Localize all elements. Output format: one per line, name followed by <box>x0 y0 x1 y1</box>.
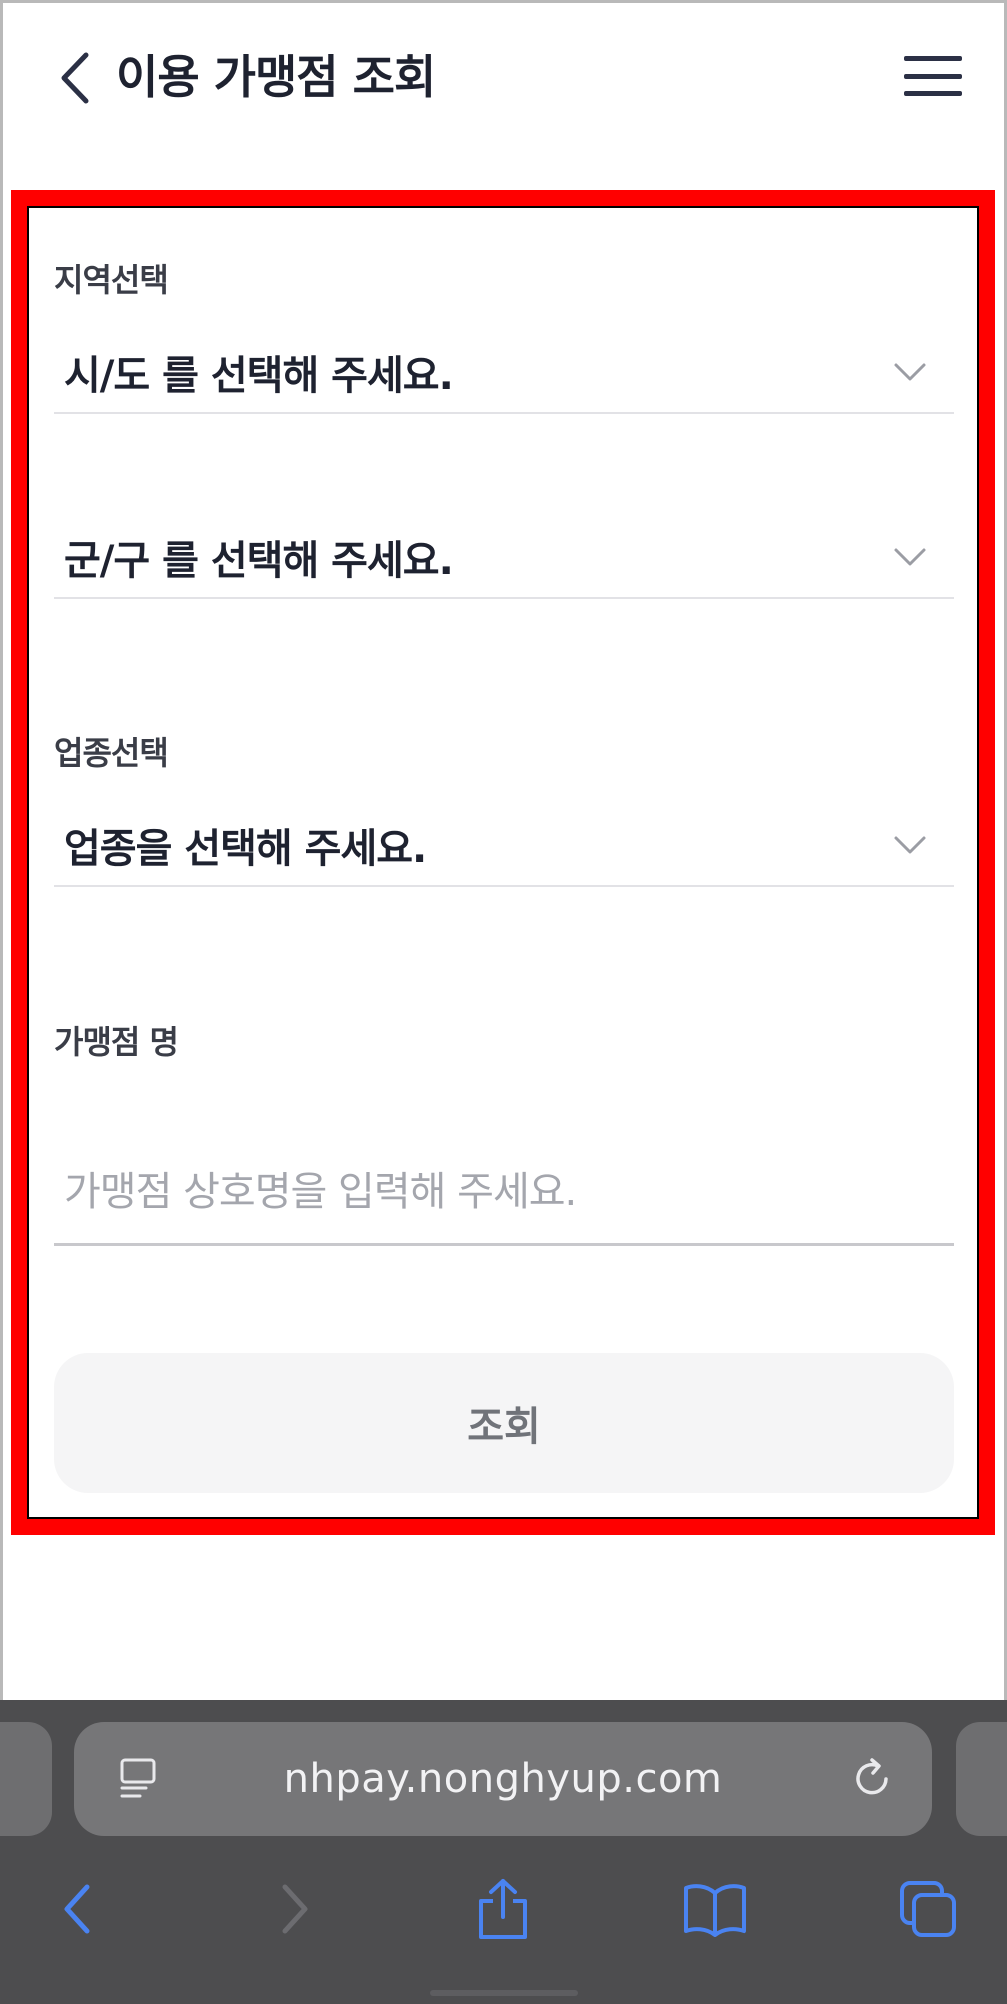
chevron-down-icon <box>890 825 930 865</box>
tabs-button[interactable] <box>893 1874 963 1944</box>
bookmarks-icon <box>684 1884 746 1937</box>
share-icon <box>479 1879 527 1939</box>
page-title: 이용 가맹점 조회 <box>116 50 436 104</box>
tabs-icon <box>900 1881 956 1937</box>
next-tab-pill[interactable] <box>956 1722 1007 1836</box>
search-button[interactable]: 조회 <box>54 1353 954 1493</box>
browser-forward-button[interactable] <box>260 1874 330 1944</box>
app-header: 이용 가맹점 조회 <box>0 0 1007 150</box>
prev-tab-pill[interactable] <box>0 1722 52 1836</box>
home-indicator <box>430 1990 578 1996</box>
category-select-value: 업종을 선택해 주세요. <box>64 826 427 872</box>
merchant-name-input[interactable] <box>54 1140 954 1246</box>
browser-forward-icon <box>282 1884 308 1934</box>
share-button[interactable] <box>468 1874 538 1944</box>
browser-toolbar <box>0 1856 1007 1966</box>
menu-button[interactable] <box>904 50 962 102</box>
hamburger-menu-icon <box>904 56 962 61</box>
browser-bar: nhpay.nonghyup.com <box>0 1700 1007 2004</box>
browser-back-icon <box>64 1884 90 1934</box>
browser-back-button[interactable] <box>42 1874 112 1944</box>
chevron-down-icon <box>890 537 930 577</box>
bookmarks-button[interactable] <box>680 1874 750 1944</box>
url-text: nhpay.nonghyup.com <box>283 1756 723 1802</box>
sido-select[interactable]: 시/도 를 선택해 주세요. <box>54 332 954 414</box>
region-label: 지역선택 <box>54 261 169 299</box>
chevron-down-icon <box>890 352 930 392</box>
category-label: 업종선택 <box>54 734 169 772</box>
back-button[interactable] <box>50 48 100 108</box>
category-select[interactable]: 업종을 선택해 주세요. <box>54 805 954 887</box>
sido-select-value: 시/도 를 선택해 주세요. <box>64 353 454 399</box>
address-bar[interactable]: nhpay.nonghyup.com <box>74 1722 932 1836</box>
gungu-select-value: 군/구 를 선택해 주세요. <box>64 538 454 584</box>
merchant-label: 가맹점 명 <box>54 1023 179 1061</box>
back-chevron-icon <box>61 52 89 104</box>
reload-icon[interactable] <box>848 1754 898 1804</box>
gungu-select[interactable]: 군/구 를 선택해 주세요. <box>54 517 954 599</box>
